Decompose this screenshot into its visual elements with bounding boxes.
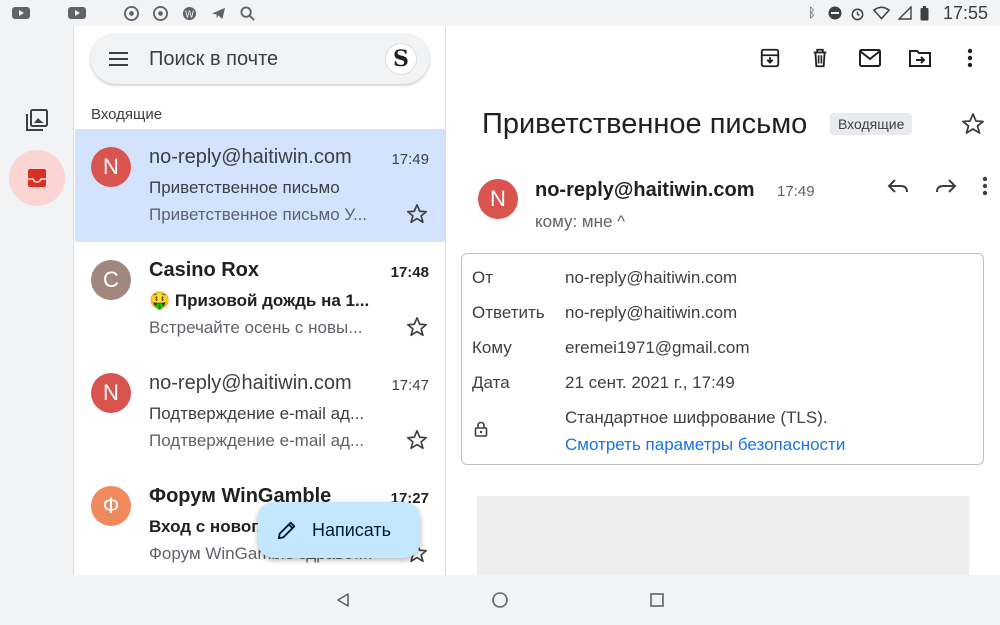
youtube-icon [68, 7, 86, 19]
archive-icon [760, 48, 780, 68]
email-time: 17:49 [391, 151, 429, 168]
mark-unread-button[interactable] [858, 46, 882, 70]
detail-to-label: Кому [472, 338, 512, 357]
recents-icon[interactable] [649, 592, 665, 608]
aperture-icon [153, 5, 168, 21]
aperture-icon [124, 5, 139, 21]
wordpress-icon: W [182, 6, 197, 20]
sender-avatar: C [91, 260, 131, 300]
email-sender: Casino Rox [149, 259, 260, 281]
more-vert-icon [967, 48, 973, 68]
home-icon[interactable] [491, 591, 509, 609]
email-list-item[interactable]: N no-reply@haitiwin.com 17:47 Подтвержде… [75, 355, 445, 468]
search-icon [240, 5, 255, 21]
sender-avatar: N [478, 179, 518, 219]
sender-address: no-reply@haitiwin.com [535, 179, 755, 201]
rail-item-inbox[interactable] [9, 150, 65, 206]
bluetooth-icon: ᛒ [808, 5, 816, 20]
rail-item-all-mail[interactable] [9, 92, 65, 148]
photo-library-icon [26, 109, 48, 131]
navigation-rail [0, 26, 74, 575]
detail-from-value: no-reply@haitiwin.com [565, 268, 738, 287]
email-time: 17:48 [390, 264, 429, 281]
search-input[interactable]: Поиск в почте [149, 48, 385, 71]
email-list-item[interactable]: C Casino Rox 17:48 🤑 Призовой дождь на 1… [75, 242, 445, 355]
detail-reply-value: no-reply@haitiwin.com [565, 303, 738, 322]
compose-button[interactable]: Написать [258, 502, 420, 558]
mail-icon [859, 49, 881, 67]
detail-reply-label: Ответить [472, 303, 545, 322]
section-label-inbox: Входящие [91, 106, 163, 123]
delete-button[interactable] [808, 46, 832, 70]
recipients-toggle[interactable]: кому: мне ^ [535, 212, 625, 232]
telegram-icon [211, 7, 226, 19]
sender-avatar: Ф [91, 486, 131, 526]
email-subject: 🤑 Призовой дождь на 1... [149, 291, 370, 310]
status-bar-notifications: W [12, 5, 255, 21]
email-list-item[interactable]: N no-reply@haitiwin.com 17:49 Приветстве… [75, 129, 445, 242]
email-list-pane: Поиск в почте S Входящие N no-reply@hait… [75, 26, 446, 575]
message-toolbar [758, 46, 982, 70]
svg-text:W: W [185, 9, 194, 20]
archive-button[interactable] [758, 46, 782, 70]
email-sender: no-reply@haitiwin.com [149, 146, 352, 168]
message-subject: Приветственное письмо [482, 108, 808, 140]
email-subject: Приветственное письмо [149, 178, 340, 197]
compose-label: Написать [312, 519, 392, 540]
detail-to-value: eremei1971@gmail.com [565, 338, 750, 357]
youtube-icon [12, 7, 30, 19]
move-to-button[interactable] [908, 46, 932, 70]
move-to-folder-icon [909, 50, 931, 67]
more-options-button[interactable] [958, 46, 982, 70]
wifi-icon [872, 6, 890, 20]
more-vert-icon[interactable] [982, 176, 988, 196]
pencil-icon [277, 521, 296, 540]
email-snippet: Встречайте осень с новы... [149, 318, 363, 337]
email-snippet: Подтверждение e-mail ад... [149, 431, 365, 450]
message-body-image [477, 496, 969, 575]
reply-icon[interactable] [886, 176, 910, 196]
message-details-card: От no-reply@haitiwin.com Ответить no-rep… [461, 253, 984, 465]
status-bar-system: ᛒ 17:55 [804, 3, 988, 24]
star-icon[interactable] [406, 316, 428, 338]
message-actions [886, 176, 988, 196]
battery-icon [920, 5, 929, 20]
detail-date-value: 21 сент. 2021 г., 17:49 [565, 373, 735, 392]
lock-icon [474, 421, 488, 437]
email-snippet: Приветственное письмо У... [149, 205, 368, 224]
inbox-icon [28, 169, 46, 187]
detail-encryption: Стандартное шифрование (TLS). [565, 408, 828, 427]
hamburger-menu-icon[interactable] [109, 47, 133, 71]
clock: 17:55 [942, 2, 988, 23]
trash-icon [813, 48, 827, 68]
reading-pane: Приветственное письмо Входящие N no-repl… [447, 26, 1000, 575]
cellular-signal-icon [897, 6, 912, 20]
email-sender: no-reply@haitiwin.com [149, 372, 352, 394]
sender-avatar: N [91, 147, 131, 187]
account-avatar[interactable]: S [385, 43, 417, 75]
email-time: 17:47 [391, 377, 429, 394]
forward-icon[interactable] [934, 176, 958, 196]
back-icon[interactable] [335, 592, 351, 608]
detail-date-label: Дата [472, 373, 510, 392]
system-navigation-bar [0, 575, 1000, 625]
star-icon[interactable] [961, 112, 985, 136]
alarm-icon [851, 8, 864, 20]
do-not-disturb-icon [828, 6, 842, 20]
search-bar[interactable]: Поиск в почте S [91, 34, 429, 84]
email-subject: Подтверждение e-mail ад... [149, 404, 365, 423]
security-details-link[interactable]: Смотреть параметры безопасности [565, 435, 845, 455]
star-icon[interactable] [406, 203, 428, 225]
star-icon[interactable] [406, 429, 428, 451]
label-chip-inbox[interactable]: Входящие [830, 113, 913, 135]
detail-from-label: От [472, 268, 494, 287]
sender-avatar: N [91, 373, 131, 413]
status-bar: W ᛒ 17:55 [0, 0, 1000, 26]
message-time: 17:49 [777, 183, 815, 200]
